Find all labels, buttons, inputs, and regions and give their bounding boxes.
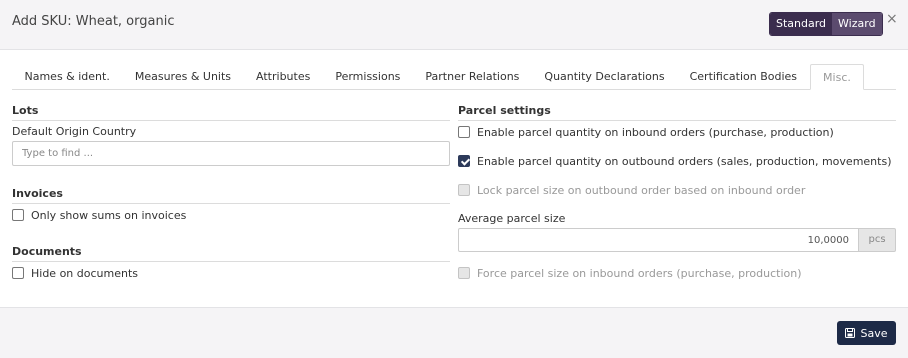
tab-misc[interactable]: Misc. [809,64,865,90]
mode-standard-button[interactable]: Standard [770,13,833,35]
checkbox-label: Enable parcel quantity on outbound order… [477,154,892,168]
floppy-disk-icon [845,328,856,338]
tab-permissions[interactable]: Permissions [323,64,413,89]
dialog-title: Add SKU: Wheat, organic [12,14,175,29]
checkbox-box[interactable] [458,126,470,138]
mode-toggle: Standard Wizard [769,12,883,36]
lots-section-title: Lots [12,104,450,121]
average-parcel-size-input[interactable] [458,228,859,252]
origin-country-input[interactable] [12,141,450,166]
origin-country-label: Default Origin Country [12,125,137,138]
lock-parcel-size-checkbox: Lock parcel size on outbound order based… [458,182,805,198]
tab-partner-relations[interactable]: Partner Relations [413,64,532,89]
tab-attributes[interactable]: Attributes [244,64,323,89]
checkbox-box[interactable] [12,267,24,279]
checkbox-box[interactable] [12,209,24,221]
checkbox-label: Lock parcel size on outbound order based… [477,183,806,197]
mode-wizard-button[interactable]: Wizard [832,13,882,35]
checkbox-box [458,184,470,196]
parcel-section-title: Parcel settings [458,104,896,121]
documents-section-title: Documents [12,245,450,262]
tab-measures-units[interactable]: Measures & Units [122,64,243,89]
only-sums-checkbox[interactable]: Only show sums on invoices [12,207,186,223]
parcel-outbound-checkbox[interactable]: Enable parcel quantity on outbound order… [458,153,891,169]
tab-quantity-declarations[interactable]: Quantity Declarations [532,64,677,89]
checkbox-label: Enable parcel quantity on inbound orders… [477,125,834,139]
save-label: Save [860,326,888,340]
checkbox-label: Hide on documents [31,266,139,280]
parcel-inbound-checkbox[interactable]: Enable parcel quantity on inbound orders… [458,124,834,140]
invoices-section-title: Invoices [12,187,450,204]
checkbox-box[interactable] [458,155,470,167]
average-parcel-size-label: Average parcel size [458,212,566,225]
parcel-unit-addon: pcs [859,228,896,252]
tab-certification-bodies[interactable]: Certification Bodies [677,64,809,89]
close-icon[interactable]: × [886,11,898,27]
save-button[interactable]: Save [837,321,896,345]
dialog-footer [0,307,908,358]
tab-bar: Names & ident. Measures & Units Attribut… [12,64,896,90]
tab-names-ident[interactable]: Names & ident. [12,64,122,89]
checkbox-label: Force parcel size on inbound orders (pur… [477,266,802,280]
checkbox-label: Only show sums on invoices [31,208,187,222]
checkbox-box [458,267,470,279]
hide-on-documents-checkbox[interactable]: Hide on documents [12,265,138,281]
force-parcel-size-checkbox: Force parcel size on inbound orders (pur… [458,265,802,281]
